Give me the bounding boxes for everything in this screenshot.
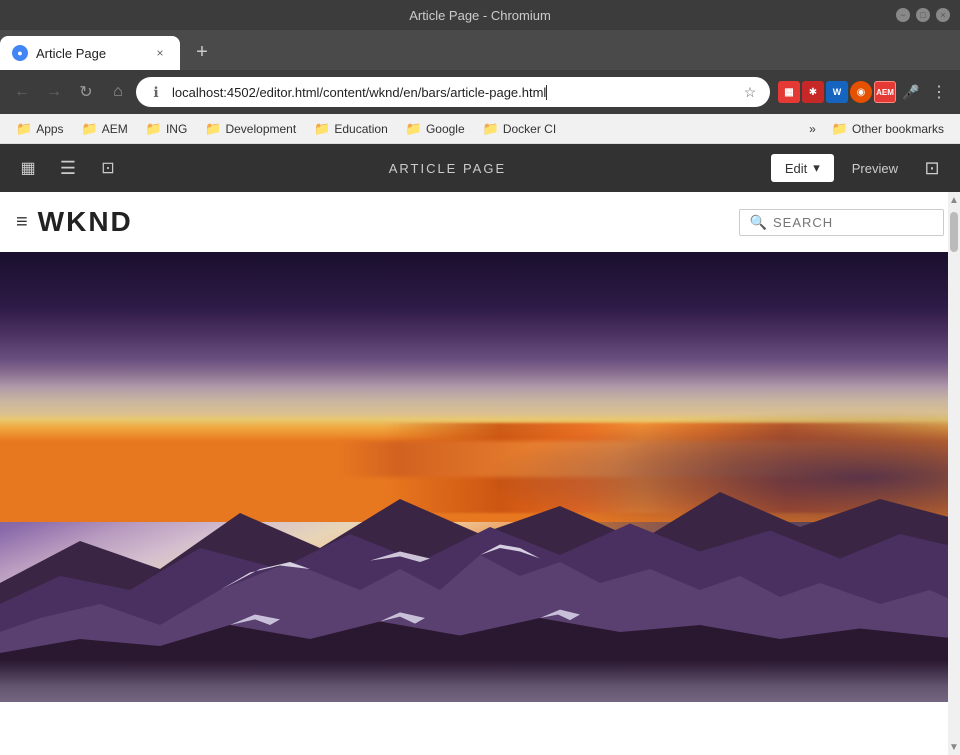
- tab-close-button[interactable]: ×: [152, 45, 168, 61]
- aem-page-title: ARTICLE PAGE: [132, 161, 763, 176]
- bookmark-google[interactable]: 📁 Google: [398, 118, 473, 140]
- bookmark-development[interactable]: 📁 Development: [197, 118, 304, 140]
- bookmark-development-label: Development: [225, 122, 296, 136]
- wknd-search-box[interactable]: 🔍: [739, 209, 944, 236]
- bookmarks-more: » 📁 Other bookmarks: [803, 118, 952, 140]
- title-bar: Article Page - Chromium − □ ×: [0, 0, 960, 30]
- wknd-menu-icon[interactable]: ≡: [16, 211, 28, 234]
- folder-icon: 📁: [832, 121, 848, 137]
- tab-title: Article Page: [36, 46, 144, 61]
- forward-button[interactable]: →: [40, 78, 68, 106]
- aem-toolbar-left: ▦ ☰ ⊡: [12, 152, 124, 184]
- close-button[interactable]: ×: [936, 8, 950, 22]
- edit-button[interactable]: Edit ▾: [771, 154, 834, 182]
- aem-toolbar: ▦ ☰ ⊡ ARTICLE PAGE Edit ▾ Preview ⊡: [0, 144, 960, 192]
- menu-button[interactable]: ⋮: [926, 79, 952, 105]
- maximize-button[interactable]: □: [916, 8, 930, 22]
- page-area: ≡ WKND 🔍: [0, 192, 960, 755]
- mountains-back: [0, 387, 960, 702]
- folder-icon: 📁: [146, 121, 162, 137]
- tab-favicon: ●: [12, 45, 28, 61]
- aem-toolbar-right: Edit ▾ Preview ⊡: [771, 152, 948, 184]
- back-button[interactable]: ←: [8, 78, 36, 106]
- wknd-page: ≡ WKND 🔍: [0, 192, 960, 755]
- folder-icon: 📁: [16, 121, 32, 137]
- window-title: Article Page - Chromium: [409, 8, 551, 23]
- nav-right-icons: ▦ ✱ W ◉ AEM 🎤 ⋮: [778, 79, 952, 105]
- annotate-button[interactable]: ⊡: [92, 152, 124, 184]
- properties-button[interactable]: ☰: [52, 152, 84, 184]
- folder-icon: 📁: [314, 121, 330, 137]
- bookmark-education-label: Education: [334, 122, 387, 136]
- extension-red-icon[interactable]: ▦: [778, 81, 800, 103]
- new-tab-button[interactable]: +: [188, 38, 216, 66]
- bookmark-docker-ci[interactable]: 📁 Docker CI: [475, 118, 565, 140]
- other-bookmarks-label: Other bookmarks: [852, 122, 944, 136]
- extension-orange-icon[interactable]: ◉: [850, 81, 872, 103]
- browser-tab[interactable]: ● Article Page ×: [0, 36, 180, 70]
- bookmark-apps[interactable]: 📁 Apps: [8, 118, 72, 140]
- share-button[interactable]: ⊡: [916, 152, 948, 184]
- search-icon: 🔍: [750, 214, 767, 231]
- extension-aem-icon[interactable]: AEM: [874, 81, 896, 103]
- home-button[interactable]: ⌂: [104, 78, 132, 106]
- folder-icon: 📁: [82, 121, 98, 137]
- bookmark-education[interactable]: 📁 Education: [306, 118, 396, 140]
- reload-button[interactable]: ↻: [72, 78, 100, 106]
- extension-blue-icon[interactable]: W: [826, 81, 848, 103]
- bookmarks-bar: 📁 Apps 📁 AEM 📁 ING 📁 Development 📁 Educa…: [0, 114, 960, 144]
- bookmark-ing-label: ING: [166, 122, 187, 136]
- address-icons: ☆: [740, 82, 760, 102]
- url-text[interactable]: localhost:4502/editor.html/content/wknd/…: [172, 85, 734, 100]
- extension-mic-icon[interactable]: 🎤: [898, 79, 924, 105]
- wknd-header: ≡ WKND 🔍: [0, 192, 960, 252]
- bookmark-ing[interactable]: 📁 ING: [138, 118, 196, 140]
- mountains-back-svg: [0, 387, 960, 702]
- bookmark-star-icon[interactable]: ☆: [740, 82, 760, 102]
- bookmark-other[interactable]: 📁 Other bookmarks: [824, 118, 952, 140]
- scroll-thumb[interactable]: [950, 212, 958, 252]
- folder-icon: 📁: [406, 121, 422, 137]
- window-controls[interactable]: − □ ×: [896, 8, 950, 22]
- address-bar[interactable]: ℹ localhost:4502/editor.html/content/wkn…: [136, 77, 770, 107]
- scroll-up-arrow[interactable]: ▲: [948, 192, 960, 208]
- bookmarks-overflow-button[interactable]: »: [803, 119, 822, 139]
- bookmark-aem[interactable]: 📁 AEM: [74, 118, 136, 140]
- hero-image: [0, 252, 960, 702]
- scrollbar[interactable]: ▲ ▼: [948, 192, 960, 755]
- folder-icon: 📁: [205, 121, 221, 137]
- extension-red2-icon[interactable]: ✱: [802, 81, 824, 103]
- bookmark-aem-label: AEM: [102, 122, 128, 136]
- wknd-logo: WKND: [38, 206, 739, 238]
- bookmark-apps-label: Apps: [36, 122, 63, 136]
- search-input[interactable]: [773, 215, 933, 230]
- bookmark-docker-ci-label: Docker CI: [503, 122, 556, 136]
- site-info-icon[interactable]: ℹ: [146, 82, 166, 102]
- preview-button[interactable]: Preview: [842, 155, 908, 182]
- fog-rect: [0, 660, 960, 702]
- tab-bar: ● Article Page × +: [0, 30, 960, 70]
- minimize-button[interactable]: −: [896, 8, 910, 22]
- nav-bar: ← → ↻ ⌂ ℹ localhost:4502/editor.html/con…: [0, 70, 960, 114]
- folder-icon: 📁: [483, 121, 499, 137]
- bookmark-google-label: Google: [426, 122, 465, 136]
- scroll-down-arrow[interactable]: ▼: [948, 739, 960, 755]
- panel-toggle-button[interactable]: ▦: [12, 152, 44, 184]
